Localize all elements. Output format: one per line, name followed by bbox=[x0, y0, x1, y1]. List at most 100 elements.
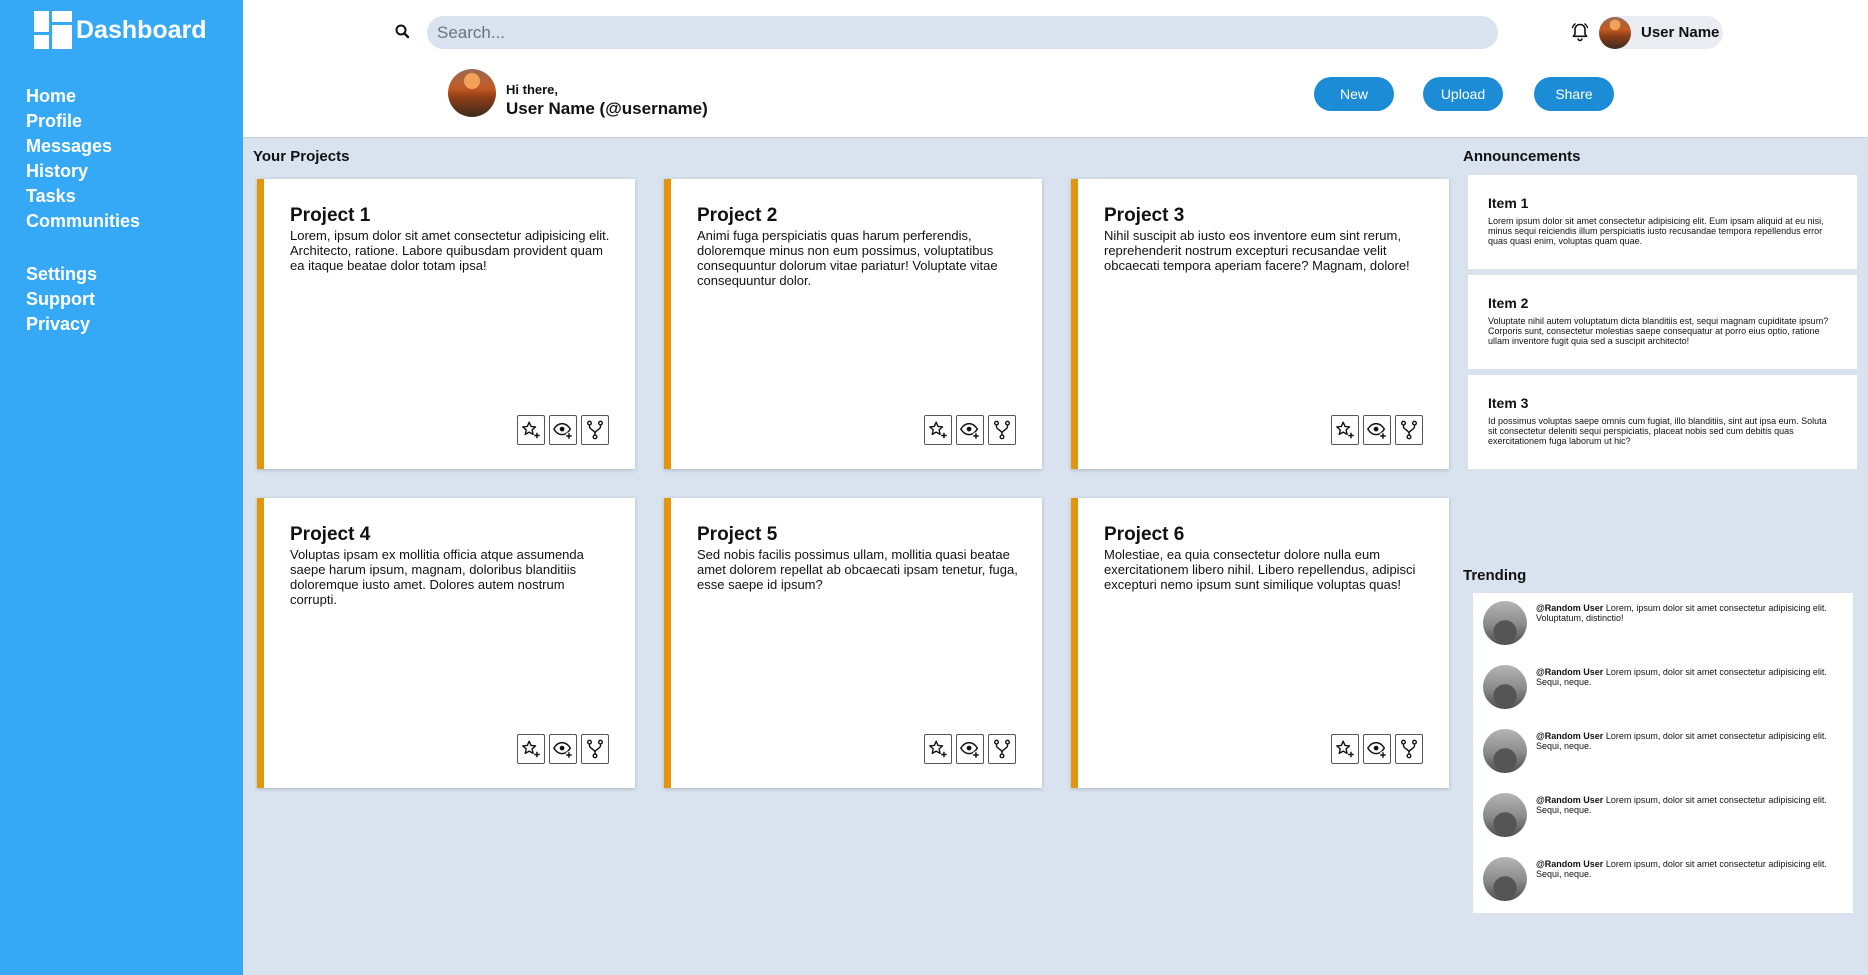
sidebar-item-history[interactable]: History bbox=[26, 159, 243, 184]
project-title[interactable]: Project 3 bbox=[1104, 205, 1184, 227]
trending-item[interactable]: @Random User Lorem, ipsum dolor sit amet… bbox=[1483, 593, 1843, 645]
eye-plus-button[interactable] bbox=[1363, 734, 1391, 764]
upload-button[interactable]: Upload bbox=[1423, 77, 1503, 111]
sidebar-secondary-nav: Settings Support Privacy bbox=[26, 262, 243, 337]
project-actions bbox=[1331, 415, 1423, 445]
fork-button[interactable] bbox=[1395, 734, 1423, 764]
eye-plus-icon bbox=[959, 738, 981, 760]
eye-plus-button[interactable] bbox=[549, 734, 577, 764]
project-actions bbox=[517, 415, 609, 445]
trending-item[interactable]: @Random User Lorem ipsum, dolor sit amet… bbox=[1483, 849, 1843, 901]
user-menu[interactable]: User Name bbox=[1599, 16, 1723, 49]
fork-icon bbox=[1398, 738, 1420, 760]
announcement-item[interactable]: Item 2 Voluptate nihil autem voluptatum … bbox=[1468, 275, 1857, 369]
fork-button[interactable] bbox=[581, 415, 609, 445]
trending-user[interactable]: @Random User bbox=[1536, 667, 1603, 677]
fork-icon bbox=[991, 419, 1013, 441]
trending-heading: Trending bbox=[1463, 567, 1527, 584]
sidebar-item-communities[interactable]: Communities bbox=[26, 209, 243, 234]
announcement-item[interactable]: Item 3 Id possimus voluptas saepe omnis … bbox=[1468, 375, 1857, 469]
fork-button[interactable] bbox=[581, 734, 609, 764]
fork-button[interactable] bbox=[988, 734, 1016, 764]
star-plus-icon bbox=[520, 419, 542, 441]
project-title[interactable]: Project 4 bbox=[290, 524, 370, 546]
announcement-text: Id possimus voluptas saepe omnis cum fug… bbox=[1488, 416, 1827, 446]
project-card: Project 6 Molestiae, ea quia consectetur… bbox=[1071, 498, 1449, 788]
trending-text: @Random User Lorem ipsum, dolor sit amet… bbox=[1536, 667, 1841, 687]
announcement-item[interactable]: Item 1 Lorem ipsum dolor sit amet consec… bbox=[1468, 175, 1857, 269]
projects-heading: Your Projects bbox=[253, 148, 350, 165]
project-description: Lorem, ipsum dolor sit amet consectetur … bbox=[290, 228, 610, 273]
sidebar-item-tasks[interactable]: Tasks bbox=[26, 184, 243, 209]
sidebar-item-settings[interactable]: Settings bbox=[26, 262, 243, 287]
eye-plus-icon bbox=[959, 419, 981, 441]
sidebar-item-profile[interactable]: Profile bbox=[26, 109, 243, 134]
star-plus-button[interactable] bbox=[1331, 415, 1359, 445]
avatar bbox=[1483, 601, 1527, 645]
eye-plus-icon bbox=[1366, 738, 1388, 760]
project-description: Molestiae, ea quia consectetur dolore nu… bbox=[1104, 547, 1416, 592]
eye-plus-icon bbox=[1366, 419, 1388, 441]
star-plus-button[interactable] bbox=[924, 734, 952, 764]
trending-item[interactable]: @Random User Lorem ipsum, dolor sit amet… bbox=[1483, 721, 1843, 773]
user-name: User Name bbox=[1641, 24, 1720, 41]
fork-icon bbox=[584, 419, 606, 441]
announcement-title: Item 2 bbox=[1488, 295, 1529, 311]
project-title[interactable]: Project 1 bbox=[290, 205, 370, 227]
fork-button[interactable] bbox=[988, 415, 1016, 445]
project-card: Project 3 Nihil suscipit ab iusto eos in… bbox=[1071, 179, 1449, 469]
header: User Name Hi there, User Name (@username… bbox=[243, 0, 1868, 138]
project-title[interactable]: Project 6 bbox=[1104, 524, 1184, 546]
project-actions bbox=[1331, 734, 1423, 764]
project-card: Project 4 Voluptas ipsam ex mollitia off… bbox=[257, 498, 635, 788]
trending-text: @Random User Lorem ipsum, dolor sit amet… bbox=[1536, 731, 1841, 751]
star-plus-icon bbox=[927, 419, 949, 441]
bell-icon[interactable] bbox=[1569, 21, 1591, 43]
project-actions bbox=[924, 415, 1016, 445]
project-actions bbox=[924, 734, 1016, 764]
trending-user[interactable]: @Random User bbox=[1536, 603, 1603, 613]
trending-user[interactable]: @Random User bbox=[1536, 795, 1603, 805]
search-icon[interactable] bbox=[393, 22, 413, 42]
star-plus-button[interactable] bbox=[517, 734, 545, 764]
trending-user[interactable]: @Random User bbox=[1536, 731, 1603, 741]
dashboard-logo-icon bbox=[34, 11, 72, 49]
project-description: Nihil suscipit ab iusto eos inventore eu… bbox=[1104, 228, 1410, 273]
project-card: Project 5 Sed nobis facilis possimus ull… bbox=[664, 498, 1042, 788]
announcement-text: Lorem ipsum dolor sit amet consectetur a… bbox=[1488, 216, 1824, 246]
sidebar-item-home[interactable]: Home bbox=[26, 84, 243, 109]
project-title[interactable]: Project 5 bbox=[697, 524, 777, 546]
search-input[interactable] bbox=[427, 16, 1498, 49]
eye-plus-button[interactable] bbox=[549, 415, 577, 445]
sidebar: Dashboard Home Profile Messages History … bbox=[0, 0, 243, 975]
new-button[interactable]: New bbox=[1314, 77, 1394, 111]
eye-plus-icon bbox=[552, 419, 574, 441]
project-description: Animi fuga perspiciatis quas harum perfe… bbox=[697, 228, 998, 288]
project-title[interactable]: Project 2 bbox=[697, 205, 777, 227]
announcement-title: Item 1 bbox=[1488, 195, 1529, 211]
sidebar-item-messages[interactable]: Messages bbox=[26, 134, 243, 159]
star-plus-button[interactable] bbox=[1331, 734, 1359, 764]
trending-user[interactable]: @Random User bbox=[1536, 859, 1603, 869]
fork-icon bbox=[991, 738, 1013, 760]
fork-icon bbox=[584, 738, 606, 760]
app-title: Dashboard bbox=[76, 15, 207, 44]
fork-button[interactable] bbox=[1395, 415, 1423, 445]
trending-item[interactable]: @Random User Lorem ipsum, dolor sit amet… bbox=[1483, 785, 1843, 837]
eye-plus-button[interactable] bbox=[1363, 415, 1391, 445]
trending-item[interactable]: @Random User Lorem ipsum, dolor sit amet… bbox=[1483, 657, 1843, 709]
eye-plus-button[interactable] bbox=[956, 415, 984, 445]
star-plus-button[interactable] bbox=[517, 415, 545, 445]
share-button[interactable]: Share bbox=[1534, 77, 1614, 111]
brand[interactable]: Dashboard bbox=[0, 0, 243, 60]
sidebar-item-support[interactable]: Support bbox=[26, 287, 243, 312]
avatar bbox=[1483, 793, 1527, 837]
star-plus-button[interactable] bbox=[924, 415, 952, 445]
project-card: Project 2 Animi fuga perspiciatis quas h… bbox=[664, 179, 1042, 469]
announcement-title: Item 3 bbox=[1488, 395, 1529, 411]
star-plus-icon bbox=[1334, 419, 1356, 441]
avatar bbox=[1483, 665, 1527, 709]
eye-plus-button[interactable] bbox=[956, 734, 984, 764]
avatar bbox=[1599, 16, 1631, 49]
sidebar-item-privacy[interactable]: Privacy bbox=[26, 312, 243, 337]
